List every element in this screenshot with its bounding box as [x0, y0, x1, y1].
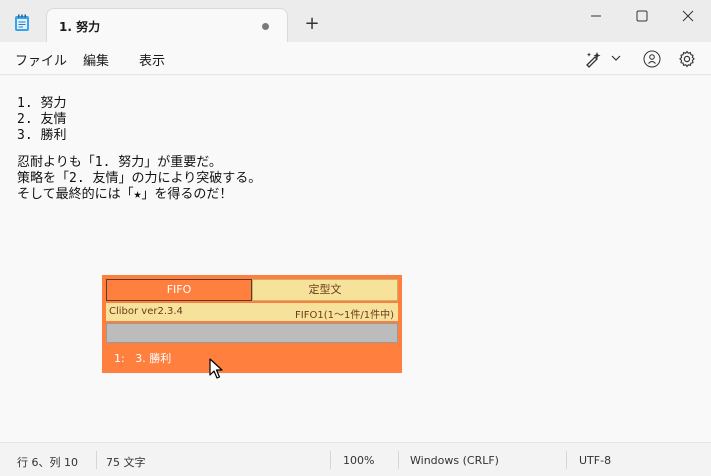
status-line-ending[interactable]: Windows (CRLF) — [410, 454, 499, 467]
tab-teikei[interactable]: 定型文 — [252, 279, 398, 301]
clibor-count: FIFO1(1〜1件/1件中) — [295, 310, 394, 321]
clibor-item-text: 3. 勝利 — [135, 352, 172, 365]
status-divider — [566, 451, 567, 469]
editor-line: そして最終的には「★」を得るのだ！ — [17, 187, 233, 202]
editor-line: 3. 勝利 — [17, 128, 67, 143]
tab-fifo[interactable]: FIFO — [106, 279, 252, 301]
clibor-list-item[interactable]: 1: 3. 勝利 — [114, 350, 171, 366]
menu-bar: ファイル 編集 表示 — [0, 42, 711, 75]
maximize-button[interactable] — [619, 4, 665, 28]
menu-view[interactable]: 表示 — [139, 50, 165, 69]
status-cursor-position[interactable]: 行 6、列 10 — [17, 454, 78, 470]
clibor-item-index: 1: — [114, 352, 125, 365]
mouse-cursor-icon — [209, 358, 223, 379]
status-divider — [330, 451, 331, 469]
clibor-version: Clibor ver2.3.4 — [109, 306, 183, 317]
minimize-button[interactable] — [573, 4, 619, 28]
close-icon — [682, 10, 694, 22]
add-tab-icon[interactable]: + — [300, 12, 324, 36]
chevron-down-icon[interactable] — [610, 52, 622, 64]
tab-document[interactable]: 1. 努力 — [46, 8, 288, 42]
status-encoding[interactable]: UTF-8 — [579, 454, 611, 467]
gear-icon[interactable] — [678, 50, 696, 68]
status-zoom[interactable]: 100% — [343, 454, 374, 467]
tab-title: 1. 努力 — [59, 20, 101, 34]
minimize-icon — [591, 15, 601, 17]
unsaved-dot-icon[interactable] — [262, 23, 269, 30]
status-divider — [96, 451, 97, 469]
menu-edit[interactable]: 編集 — [83, 50, 109, 69]
account-icon[interactable] — [643, 50, 661, 68]
clibor-search-input[interactable] — [106, 323, 398, 343]
close-button[interactable] — [665, 4, 711, 28]
status-divider — [398, 451, 399, 469]
clibor-popup: FIFO 定型文 Clibor ver2.3.4 FIFO1(1〜1件/1件中)… — [102, 275, 402, 373]
menu-file[interactable]: ファイル — [15, 50, 67, 69]
text-editor[interactable]: 1. 努力 2. 友情 3. 勝利 忍耐よりも「1. 努力」が重要だ。 策略を「… — [0, 76, 711, 442]
title-bar: 1. 努力 + — [0, 0, 711, 42]
status-char-count: 75 文字 — [106, 456, 146, 469]
copilot-icon[interactable] — [584, 50, 602, 68]
status-bar: 行 6、列 10 75 文字 100% Windows (CRLF) UTF-8 — [0, 442, 711, 476]
clibor-info-bar: Clibor ver2.3.4 FIFO1(1〜1件/1件中) — [106, 303, 398, 321]
maximize-icon — [636, 10, 648, 22]
notepad-icon — [15, 14, 29, 31]
